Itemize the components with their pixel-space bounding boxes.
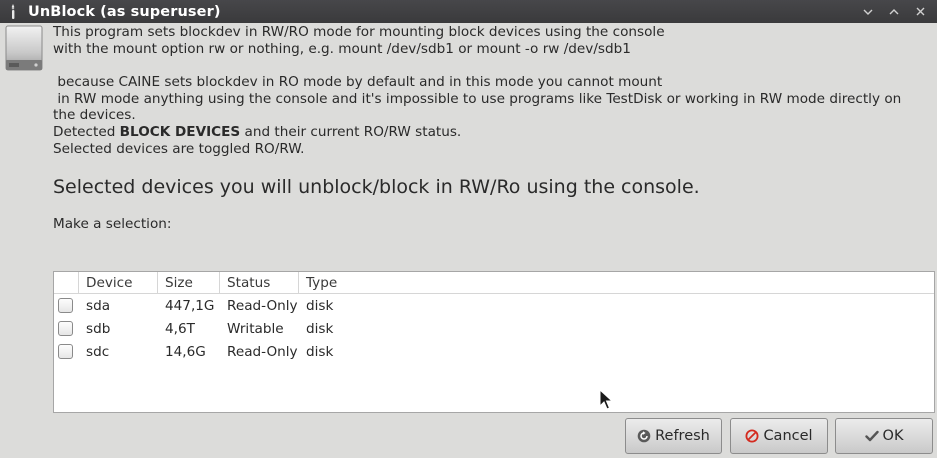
title-bar: UnBlock (as superuser): [0, 0, 937, 23]
device-row[interactable]: sdb 4,6T Writable disk: [54, 317, 934, 340]
device-size: 447,1G: [165, 297, 215, 314]
close-icon[interactable]: [907, 2, 933, 22]
device-status: Read-Only: [227, 343, 298, 360]
column-header-status[interactable]: Status: [220, 271, 299, 294]
description-line: This program sets blockdev in RW/RO mode…: [53, 24, 665, 40]
description: This program sets blockdev in RW/RO mode…: [53, 24, 923, 157]
drive-icon: [5, 25, 43, 71]
description-line: Detected BLOCK DEVICES and their current…: [53, 124, 923, 141]
device-row[interactable]: sdc 14,6G Read-Only disk: [54, 340, 934, 363]
window-controls: [855, 0, 933, 23]
ok-button[interactable]: OK: [835, 418, 933, 454]
device-status: Read-Only: [227, 297, 298, 314]
chevron-up-icon[interactable]: [881, 2, 907, 22]
column-header-size[interactable]: Size: [158, 271, 220, 294]
description-line: with the mount option rw or nothing, e.g…: [53, 40, 631, 57]
refresh-label: Refresh: [655, 428, 710, 444]
device-type: disk: [306, 343, 334, 360]
refresh-icon: [637, 429, 651, 443]
column-header-device[interactable]: Device: [79, 271, 158, 294]
device-type: disk: [306, 297, 334, 314]
chevron-down-icon[interactable]: [855, 2, 881, 22]
cancel-icon: [745, 429, 759, 443]
cancel-label: Cancel: [763, 428, 813, 444]
check-icon: [864, 430, 879, 442]
device-checkbox[interactable]: [58, 298, 73, 313]
column-header-check[interactable]: [54, 271, 79, 294]
detected-suffix: and their current RO/RW status.: [240, 123, 462, 140]
window-title: UnBlock (as superuser): [28, 3, 221, 20]
detected-prefix: Detected: [53, 123, 120, 140]
list-header: Device Size Status Type: [54, 271, 934, 294]
wand-icon[interactable]: [6, 3, 20, 20]
device-row[interactable]: sda 447,1G Read-Only disk: [54, 294, 934, 317]
column-header-type[interactable]: Type: [299, 272, 799, 294]
description-line: because CAINE sets blockdev in RO mode b…: [53, 74, 663, 91]
device-checkbox[interactable]: [58, 321, 73, 336]
device-name: sdb: [86, 320, 111, 337]
device-size: 4,6T: [165, 320, 195, 337]
ok-label: OK: [882, 428, 904, 444]
device-name: sda: [86, 297, 111, 314]
headline: Selected devices you will unblock/block …: [53, 176, 700, 198]
cancel-button[interactable]: Cancel: [730, 418, 828, 454]
device-name: sdc: [86, 343, 110, 360]
device-list[interactable]: Device Size Status Type sda 447,1G Read-…: [53, 271, 935, 413]
mouse-pointer-icon: [599, 388, 614, 411]
description-line: Selected devices are toggled RO/RW.: [53, 140, 305, 157]
block-devices-label: BLOCK DEVICES: [119, 123, 241, 140]
refresh-button[interactable]: Refresh: [625, 418, 722, 454]
device-size: 14,6G: [165, 343, 206, 360]
selection-prompt: Make a selection:: [53, 216, 172, 232]
description-line: in RW mode anything using the console an…: [53, 90, 906, 124]
device-type: disk: [306, 320, 334, 337]
device-status: Writable: [227, 320, 284, 337]
device-checkbox[interactable]: [58, 344, 73, 359]
